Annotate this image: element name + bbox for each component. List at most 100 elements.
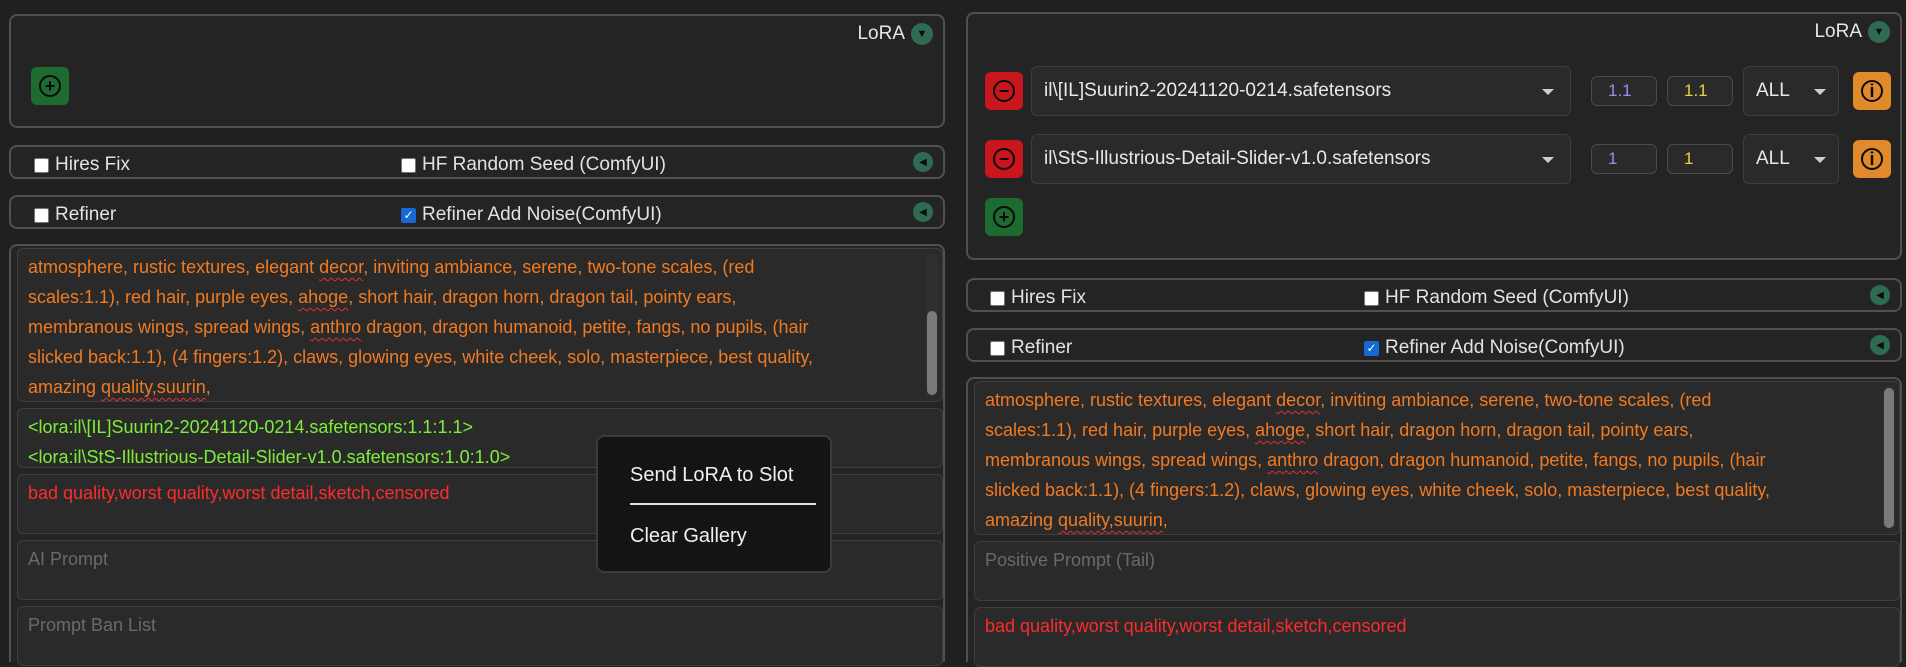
prompt-ban-list-placeholder: Prompt Ban List bbox=[28, 615, 157, 635]
prompt-ban-list-input[interactable]: Prompt Ban List bbox=[17, 606, 943, 666]
prompt-segment: , bbox=[205, 377, 211, 397]
lora-accordion-right: LoRA ▼ − il\[IL]Suurin2-20241120-0214.sa… bbox=[966, 12, 1902, 260]
lora-slot-2-unet-weight-input[interactable]: 1 bbox=[1591, 144, 1657, 174]
lora-slot-1-clip-weight-input[interactable]: 1.1 bbox=[1667, 76, 1733, 106]
refiner-noise-checkbox-right[interactable]: ✓ bbox=[1364, 340, 1379, 356]
remove-lora-slot-2-button[interactable]: − bbox=[985, 140, 1023, 178]
hires-fix-toggle[interactable]: Hires Fix bbox=[34, 154, 130, 176]
refiner-toggle[interactable]: Refiner bbox=[34, 204, 116, 226]
collapse-chevron-icon[interactable]: ▼ bbox=[911, 23, 933, 45]
hires-fix-checkbox-right[interactable] bbox=[990, 290, 1005, 306]
prompt-line: scales:1.1), red hair, purple eyes, ahog… bbox=[985, 415, 1869, 445]
add-lora-button[interactable]: + bbox=[31, 67, 69, 105]
positive-prompt-input[interactable]: atmosphere, rustic textures, elegant dec… bbox=[17, 248, 943, 402]
prompt-segment: amazing bbox=[28, 377, 102, 397]
prompt-segment: membranous wings, spread wings, bbox=[28, 317, 311, 337]
prompt-segment: slicked back:1.1), (4 fingers:1.2), claw… bbox=[985, 480, 1771, 500]
hires-fix-checkbox[interactable] bbox=[34, 157, 49, 173]
positive-prompt-input-right[interactable]: atmosphere, rustic textures, elegant dec… bbox=[974, 381, 1900, 535]
lora-slot-1-clip-weight-value: 1.1 bbox=[1684, 81, 1708, 100]
misspelled-word: quality,suurin bbox=[1058, 510, 1163, 530]
lora-accordion-header[interactable]: LoRA ▼ bbox=[857, 23, 933, 45]
hf-random-seed-checkbox-right[interactable] bbox=[1364, 290, 1379, 306]
positive-prompt-text-right: atmosphere, rustic textures, elegant dec… bbox=[985, 385, 1869, 534]
refiner-strip: Refiner ✓ Refiner Add Noise(ComfyUI) ◀ bbox=[9, 195, 945, 229]
menu-separator bbox=[630, 503, 816, 505]
hires-fix-strip: Hires Fix HF Random Seed (ComfyUI) ◀ bbox=[9, 145, 945, 179]
prompt-segment: amazing bbox=[985, 510, 1059, 530]
prompt-segment: dragon, dragon humanoid, petite, fangs, … bbox=[1318, 450, 1766, 470]
refiner-expand-chevron-icon[interactable]: ◀ bbox=[913, 202, 933, 222]
hf-random-seed-toggle[interactable]: HF Random Seed (ComfyUI) bbox=[401, 154, 666, 176]
prompt-segment: atmosphere, rustic textures, elegant bbox=[28, 257, 320, 277]
lora-slot-1-model-select[interactable]: il\[IL]Suurin2-20241120-0214.safetensors bbox=[1031, 66, 1571, 116]
refiner-noise-label-right: Refiner Add Noise(ComfyUI) bbox=[1385, 337, 1625, 358]
hf-random-seed-label: HF Random Seed (ComfyUI) bbox=[422, 154, 666, 175]
lora-slot-1-info-button[interactable]: i bbox=[1853, 72, 1891, 110]
plus-circle-icon: + bbox=[993, 206, 1015, 228]
prompt-segment: dragon, dragon humanoid, petite, fangs, … bbox=[361, 317, 809, 337]
prompt-line: amazing quality,suurin, bbox=[28, 372, 912, 401]
hf-random-seed-toggle-right[interactable]: HF Random Seed (ComfyUI) bbox=[1364, 287, 1629, 309]
positive-prompt-tail-input[interactable]: Positive Prompt (Tail) bbox=[974, 541, 1900, 601]
refiner-checkbox[interactable] bbox=[34, 207, 49, 223]
lora-slot-1-unet-weight-input[interactable]: 1.1 bbox=[1591, 76, 1657, 106]
positive-prompt-scrollbar-right[interactable] bbox=[1883, 386, 1895, 530]
send-lora-to-slot-menu-item[interactable]: Send LoRA to Slot bbox=[630, 464, 793, 487]
misspelled-word: quality,suurin bbox=[101, 377, 206, 397]
lora-slot-2-block-select[interactable]: ALL bbox=[1743, 134, 1839, 184]
prompt-line: amazing quality,suurin, bbox=[985, 505, 1869, 534]
positive-prompt-scroll-thumb-right[interactable] bbox=[1884, 388, 1894, 528]
hf-random-seed-checkbox[interactable] bbox=[401, 157, 416, 173]
refiner-checkbox-right[interactable] bbox=[990, 340, 1005, 356]
refiner-label: Refiner bbox=[55, 204, 117, 225]
prompt-segment: slicked back:1.1), (4 fingers:1.2), claw… bbox=[28, 347, 814, 367]
hires-expand-chevron-icon[interactable]: ◀ bbox=[1870, 285, 1890, 305]
prompt-group-right: atmosphere, rustic textures, elegant dec… bbox=[966, 377, 1902, 667]
prompt-segment: atmosphere, rustic textures, elegant bbox=[985, 390, 1277, 410]
lora-slot-1-model-value: il\[IL]Suurin2-20241120-0214.safetensors bbox=[1044, 80, 1392, 101]
positive-prompt-scroll-thumb[interactable] bbox=[927, 311, 937, 395]
lora-slot-2-unet-weight-value: 1 bbox=[1608, 149, 1618, 168]
lora-slot-2-clip-weight-input[interactable]: 1 bbox=[1667, 144, 1733, 174]
minus-circle-icon: − bbox=[993, 148, 1015, 170]
misspelled-word: decor bbox=[1276, 390, 1321, 410]
collapse-chevron-icon[interactable]: ▼ bbox=[1868, 21, 1890, 43]
refiner-noise-label: Refiner Add Noise(ComfyUI) bbox=[422, 204, 662, 225]
hires-fix-label: Hires Fix bbox=[55, 154, 130, 175]
positive-prompt-tail-placeholder: Positive Prompt (Tail) bbox=[985, 550, 1156, 570]
prompt-segment: scales:1.1), red hair, purple eyes, bbox=[28, 287, 299, 307]
prompt-segment: , inviting ambiance, serene, two-tone sc… bbox=[363, 257, 755, 277]
lora-title: LoRA bbox=[857, 23, 905, 44]
lora-accordion-header-right[interactable]: LoRA ▼ bbox=[1814, 21, 1890, 43]
prompt-line: atmosphere, rustic textures, elegant dec… bbox=[985, 385, 1869, 415]
context-menu: Send LoRA to Slot Clear Gallery bbox=[596, 435, 832, 573]
misspelled-word: decor bbox=[319, 257, 364, 277]
positive-prompt-scrollbar[interactable] bbox=[926, 253, 938, 397]
remove-lora-slot-1-button[interactable]: − bbox=[985, 72, 1023, 110]
refiner-noise-toggle[interactable]: ✓ Refiner Add Noise(ComfyUI) bbox=[401, 204, 662, 226]
prompt-line: membranous wings, spread wings, anthro d… bbox=[985, 445, 1869, 475]
plus-circle-icon: + bbox=[39, 75, 61, 97]
lora-slot-2-info-button[interactable]: i bbox=[1853, 140, 1891, 178]
refiner-expand-chevron-icon[interactable]: ◀ bbox=[1870, 335, 1890, 355]
hires-expand-chevron-icon[interactable]: ◀ bbox=[913, 152, 933, 172]
lora-slot-1-block-select[interactable]: ALL bbox=[1743, 66, 1839, 116]
hf-random-seed-label-right: HF Random Seed (ComfyUI) bbox=[1385, 287, 1629, 308]
hires-fix-label-right: Hires Fix bbox=[1011, 287, 1086, 308]
caret-down-icon bbox=[1814, 157, 1826, 163]
right-panel: LoRA ▼ − il\[IL]Suurin2-20241120-0214.sa… bbox=[958, 0, 1906, 667]
add-lora-button-right[interactable]: + bbox=[985, 198, 1023, 236]
hires-fix-toggle-right[interactable]: Hires Fix bbox=[990, 287, 1086, 309]
refiner-label-right: Refiner bbox=[1011, 337, 1073, 358]
refiner-noise-toggle-right[interactable]: ✓ Refiner Add Noise(ComfyUI) bbox=[1364, 337, 1625, 359]
prompt-segment: scales:1.1), red hair, purple eyes, bbox=[985, 420, 1256, 440]
caret-down-icon bbox=[1542, 89, 1554, 95]
prompt-line: slicked back:1.1), (4 fingers:1.2), claw… bbox=[28, 342, 912, 372]
negative-prompt-input-right[interactable]: bad quality,worst quality,worst detail,s… bbox=[974, 607, 1900, 667]
refiner-toggle-right[interactable]: Refiner bbox=[990, 337, 1072, 359]
prompt-segment: membranous wings, spread wings, bbox=[985, 450, 1268, 470]
lora-slot-2-model-select[interactable]: il\StS-Illustrious-Detail-Slider-v1.0.sa… bbox=[1031, 134, 1571, 184]
clear-gallery-menu-item[interactable]: Clear Gallery bbox=[630, 525, 747, 548]
refiner-noise-checkbox[interactable]: ✓ bbox=[401, 207, 416, 223]
